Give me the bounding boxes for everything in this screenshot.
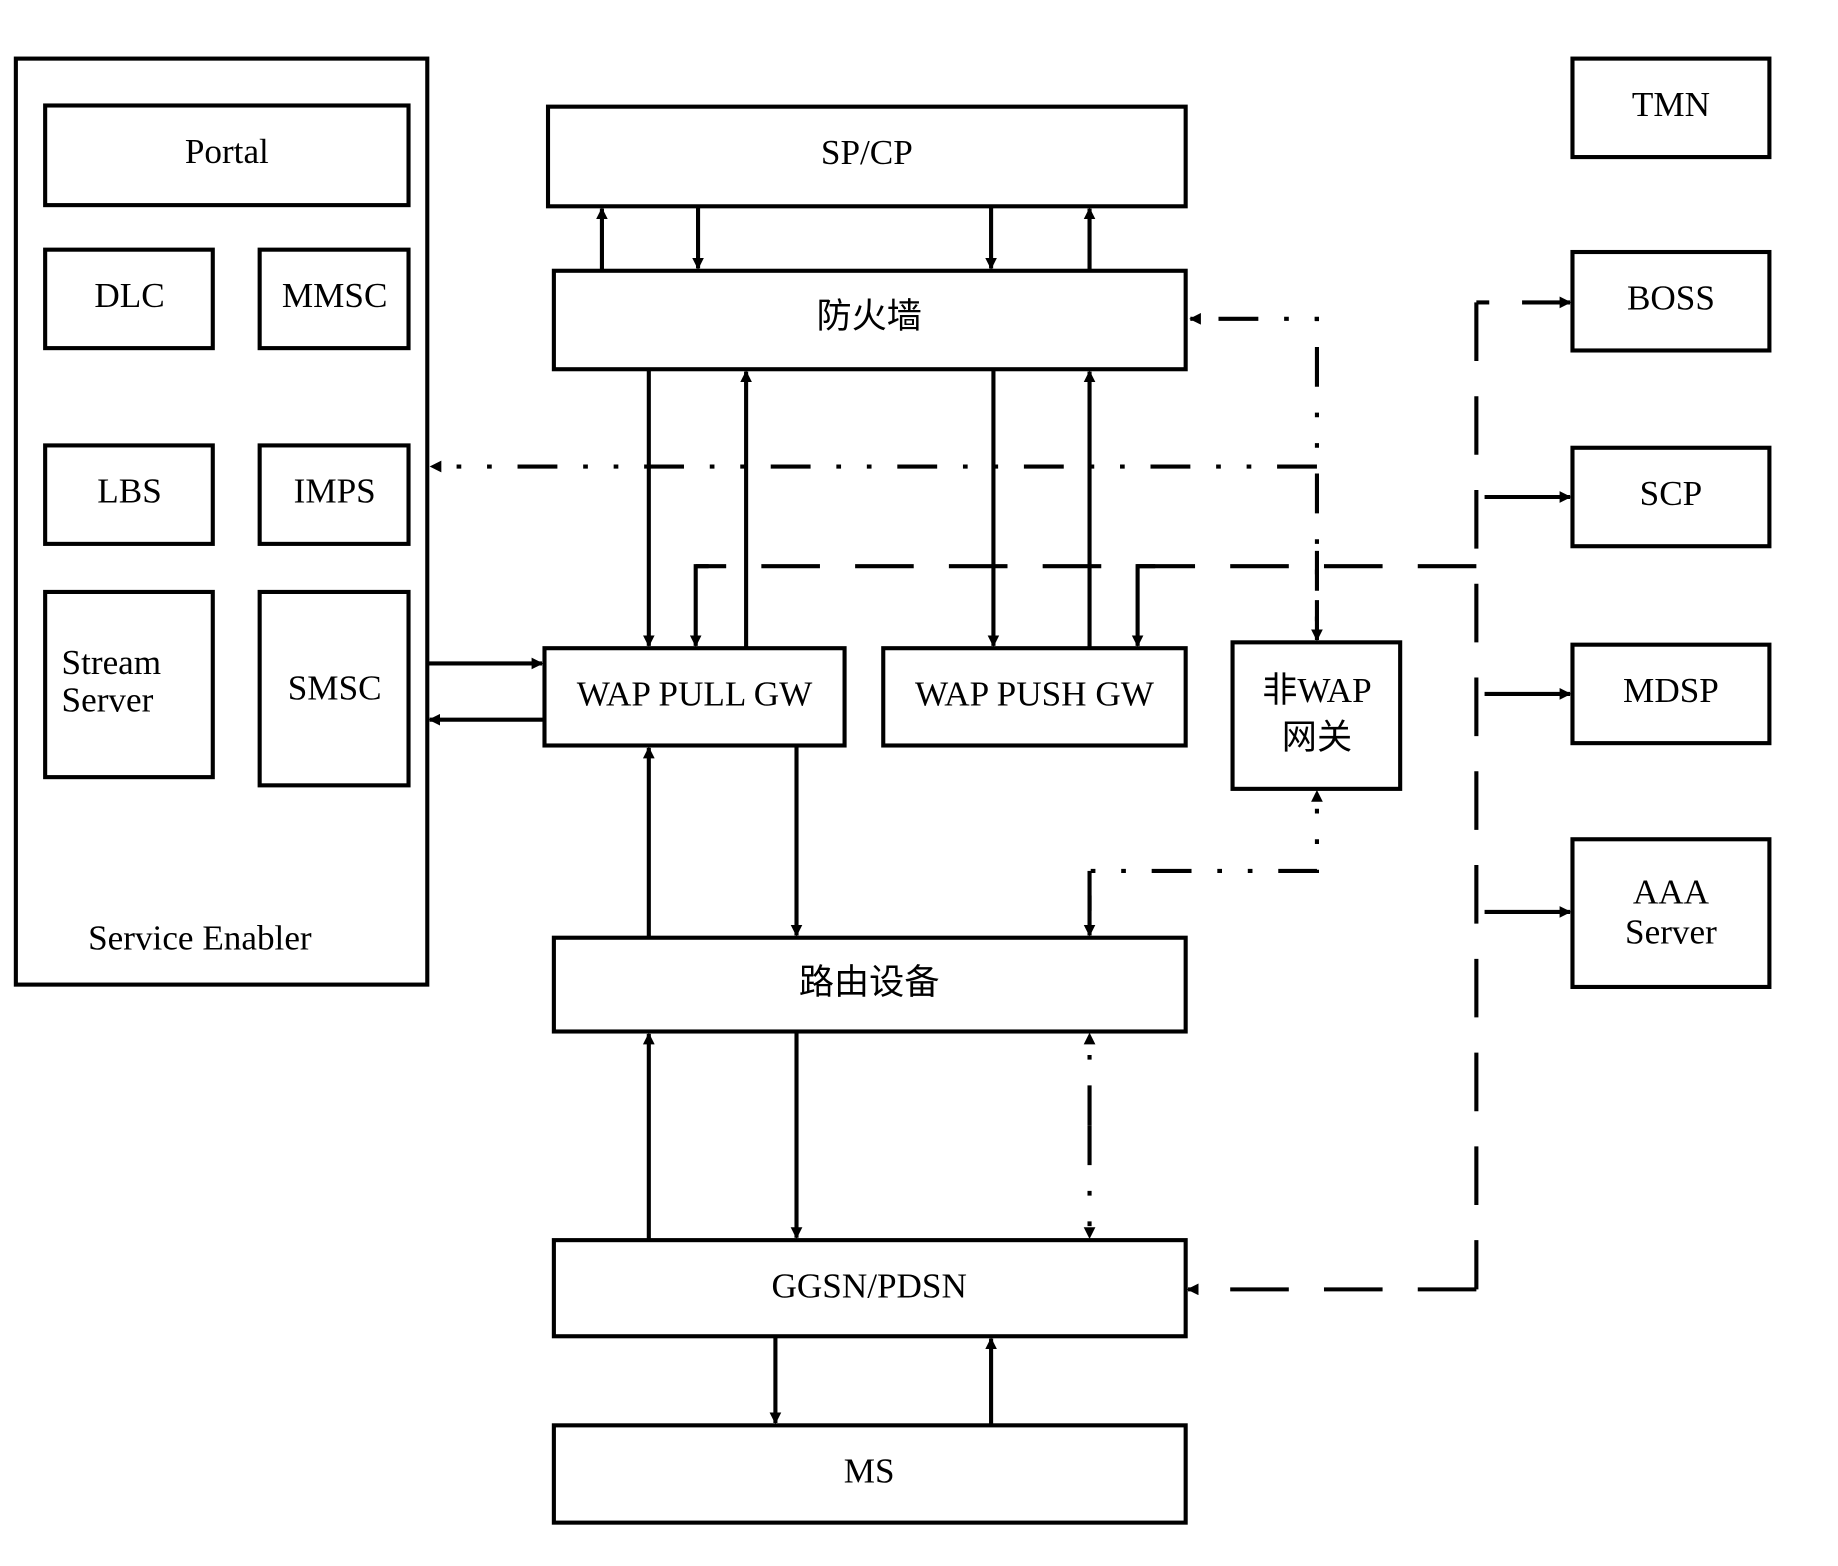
core-network-group: SP/CP 防火墙 WAP PULL GW WAP PUSH GW 非WAP 网… (542, 104, 1403, 1525)
ms-label: MS (844, 1452, 895, 1491)
stream-server-label-line2: Server (62, 680, 154, 719)
dlc-label: DLC (94, 276, 164, 315)
non-wap-gw-label-line2: 网关 (1282, 718, 1352, 757)
portal-label: Portal (185, 132, 269, 171)
imps-label: IMPS (294, 472, 376, 511)
ggsn-pdsn-label: GGSN/PDSN (771, 1266, 966, 1305)
service-enabler-label: Service Enabler (88, 918, 312, 957)
arrow-bus-to-push (1131, 564, 1156, 648)
tmn-label: TMN (1632, 85, 1710, 124)
arrow-bus-to-pull (689, 564, 709, 648)
service-enabler-group: Service Enabler Portal DLC MMSC LBS IMPS… (13, 56, 430, 987)
wap-push-gw-label: WAP PUSH GW (915, 674, 1155, 713)
firewall-label: 防火墙 (816, 297, 921, 336)
non-wap-gw-box (1230, 640, 1403, 791)
arrow-router-to-nonwap (1087, 790, 1323, 936)
smsc-label: SMSC (288, 669, 382, 708)
router-label: 路由设备 (799, 963, 940, 1002)
sp-cp-label: SP/CP (821, 133, 913, 172)
mmsc-label: MMSC (282, 276, 388, 315)
aaa-server-label-line2: Server (1625, 912, 1717, 951)
dashdot-connectors (429, 312, 1323, 1239)
boss-label: BOSS (1627, 278, 1715, 317)
network-architecture-diagram: Service Enabler Portal DLC MMSC LBS IMPS… (13, 56, 1772, 1525)
aaa-server-label-line1: AAA (1633, 873, 1710, 912)
mdsp-label: MDSP (1623, 671, 1719, 710)
scp-label: SCP (1640, 474, 1703, 513)
non-wap-gw-label-line1: 非WAP (1262, 671, 1371, 710)
support-systems-group: TMN BOSS SCP MDSP AAA Server (1570, 56, 1772, 990)
dashed-connectors (689, 296, 1572, 1296)
lbs-label: LBS (97, 472, 161, 511)
wap-pull-gw-label: WAP PULL GW (577, 674, 813, 713)
arrow-nonwap-to-fw (1189, 312, 1319, 640)
stream-server-label-line1: Stream (62, 643, 162, 682)
